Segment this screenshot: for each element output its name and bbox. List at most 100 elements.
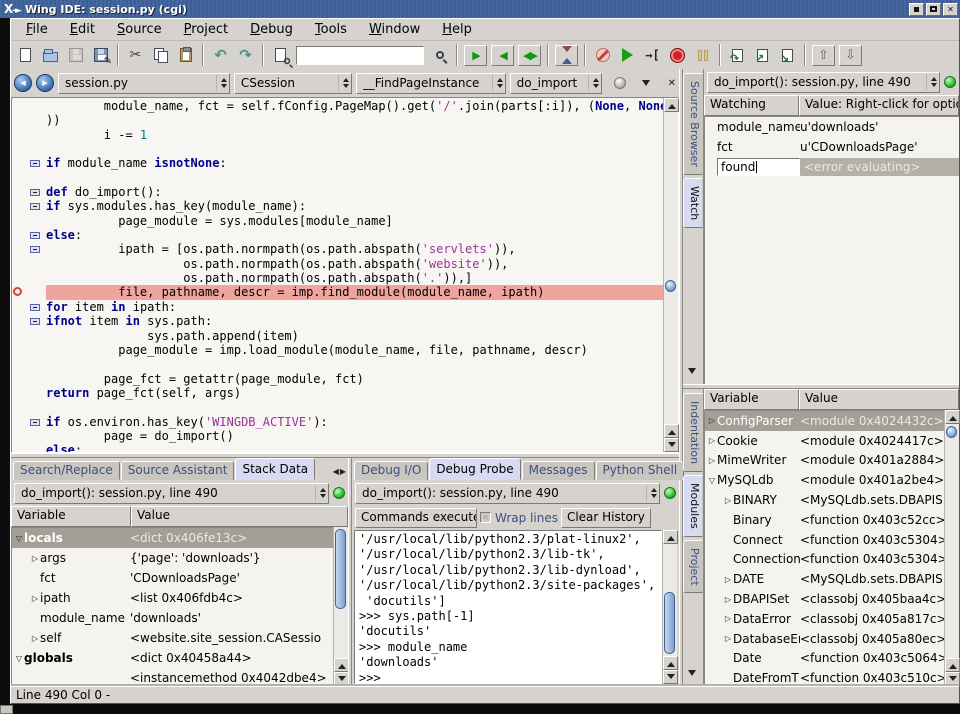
breakpoint-margin[interactable] (12, 415, 27, 429)
goto-back-button[interactable]: ◀ (491, 45, 514, 66)
scroll-up-icon[interactable] (663, 656, 678, 670)
code-line[interactable]: page_module = imp.load_module(module_nam… (12, 343, 663, 357)
variable-row-date[interactable]: ▷DATE<MySQLdb.sets.DBAPIS (705, 569, 944, 589)
goto-forward-button[interactable]: ▶ (464, 45, 487, 66)
scrollbar-thumb[interactable] (335, 529, 346, 609)
column-header-value[interactable]: Value (799, 389, 959, 410)
scrollbar-thumb[interactable] (946, 426, 957, 438)
fold-margin[interactable] (27, 343, 46, 357)
expand-down-icon[interactable]: ▽ (14, 654, 24, 663)
fold-margin[interactable] (27, 142, 46, 156)
menu-project[interactable]: Project (173, 20, 240, 39)
fold-margin[interactable] (27, 386, 46, 400)
code-line[interactable]: if os.environ.has_key('WINGDB_ACTIVE'): (12, 415, 663, 429)
file-combo[interactable]: session.py (58, 73, 230, 94)
code-line[interactable]: if sys.modules.has_key(module_name): (12, 199, 663, 213)
breakpoint-margin[interactable] (12, 128, 27, 142)
scrollbar-thumb[interactable] (665, 280, 676, 292)
menu-help[interactable]: Help (431, 20, 483, 39)
variable-row-ipath[interactable]: ▷ipath<list 0x406fdb4c> (12, 588, 333, 608)
scroll-up-icon[interactable] (945, 658, 960, 672)
search-magnifier-button[interactable] (427, 43, 452, 67)
code-line[interactable] (12, 400, 663, 414)
column-header-value[interactable]: Value: Right-click for options (799, 95, 959, 116)
pause-button[interactable] (690, 43, 715, 67)
code-line[interactable]: else: (12, 228, 663, 242)
variable-row-date[interactable]: Date<function 0x403c5064> (705, 649, 944, 669)
history-forward-button[interactable]: ▶ (36, 74, 54, 92)
cut-button[interactable]: ✂ (123, 43, 148, 67)
step-into-button[interactable]: ↘ (775, 43, 800, 67)
breakpoint-margin[interactable] (12, 142, 27, 156)
breakpoint-margin[interactable] (12, 99, 27, 113)
code-line[interactable]: file, pathname, descr = imp.find_module(… (12, 285, 663, 299)
menu-tools[interactable]: Tools (304, 20, 358, 39)
breakpoint-margin[interactable] (12, 171, 27, 185)
stack-vertical-scrollbar[interactable] (333, 527, 348, 686)
variable-row-datefromt[interactable]: DateFromT<function 0x403c510c> (705, 668, 944, 686)
vertical-tab-modules[interactable]: Modules (683, 475, 703, 537)
breakpoint-margin[interactable] (12, 400, 27, 414)
expand-right-icon[interactable]: ▷ (30, 634, 40, 643)
breakpoint-margin[interactable] (12, 271, 27, 285)
menu-source[interactable]: Source (106, 20, 173, 39)
step-to-cursor-button[interactable]: →[ (640, 43, 665, 67)
code-line[interactable]: sys.path.append(item) (12, 329, 663, 343)
expand-right-icon[interactable]: ▷ (723, 614, 733, 623)
wrap-lines-checkbox[interactable]: ✕ Wrap lines (480, 511, 558, 525)
watch-entry-input[interactable]: found (717, 158, 800, 176)
scroll-down-icon[interactable] (945, 672, 960, 686)
breakpoint-margin[interactable] (12, 357, 27, 371)
code-line[interactable]: return page_fct(self, args) (12, 386, 663, 400)
breakpoint-margin[interactable] (12, 443, 27, 452)
breakpoint-margin[interactable] (12, 199, 27, 213)
save-as-button[interactable]: ✎ (88, 43, 113, 67)
fold-margin[interactable] (27, 329, 46, 343)
move-down-button[interactable]: ⇩ (839, 45, 862, 66)
variable-row-[interactable]: _<instancemethod 0x4042dbe4> (12, 668, 333, 686)
variable-row-module-name[interactable]: module_nameu'downloads' (705, 117, 959, 137)
run-button[interactable] (615, 43, 640, 67)
fold-marker-icon[interactable] (30, 189, 40, 196)
toggle-breakpoint-button[interactable] (590, 43, 615, 67)
variable-row-binary[interactable]: Binary<function 0x403c52cc> (705, 510, 944, 530)
class-combo[interactable]: CSession (234, 73, 352, 94)
code-line[interactable]: i -= 1 (12, 128, 663, 142)
fold-margin[interactable] (27, 113, 46, 127)
editor-menu-arrow-icon[interactable] (642, 80, 650, 90)
menu-file[interactable]: File (15, 20, 59, 39)
breakpoint-margin[interactable] (12, 285, 27, 299)
fold-margin[interactable] (27, 300, 46, 314)
step-out-button[interactable]: ↗ (750, 43, 775, 67)
search-input[interactable] (296, 46, 424, 65)
tab-messages[interactable]: Messages (522, 461, 595, 480)
tab-python-shell[interactable]: Python Shell (596, 461, 685, 480)
variable-row-module-name[interactable]: module_name'downloads' (12, 608, 333, 628)
variable-row-mysqldb[interactable]: ▽MySQLdb<module 0x401a2be4> (705, 470, 944, 490)
scroll-up-icon[interactable] (663, 530, 678, 544)
console-context-combo[interactable]: do_import(): session.py, line 490 (355, 483, 660, 504)
search-in-file-button[interactable] (268, 43, 293, 67)
expand-down-icon[interactable]: ▽ (14, 534, 24, 543)
breakpoint-margin[interactable] (12, 257, 27, 271)
tab-search-replace[interactable]: Search/Replace (13, 461, 120, 480)
scrollbar-trough[interactable] (663, 544, 677, 656)
fold-margin[interactable] (27, 257, 46, 271)
panel-menu-arrow-icon[interactable] (688, 670, 696, 680)
close-button[interactable]: ✕ (943, 3, 958, 16)
expand-right-icon[interactable]: ▷ (723, 595, 733, 604)
expand-right-icon[interactable]: ▷ (723, 575, 733, 584)
code-line[interactable]: page = do_import() (12, 429, 663, 443)
expand-right-icon[interactable]: ▷ (30, 554, 40, 563)
menu-window[interactable]: Window (358, 20, 431, 39)
vertical-tab-source-browser[interactable]: Source Browser (683, 73, 703, 175)
scrollbar-trough[interactable] (945, 424, 959, 658)
fold-margin[interactable] (27, 314, 46, 328)
fold-margin[interactable] (27, 199, 46, 213)
maximize-button[interactable] (926, 3, 941, 16)
variable-row-globals[interactable]: ▽globals<dict 0x40458a44> (12, 648, 333, 668)
code-line[interactable]: page_module = sys.modules[module_name] (12, 214, 663, 228)
menu-debug[interactable]: Debug (239, 20, 304, 39)
expand-right-icon[interactable]: ▷ (707, 416, 717, 425)
editor-vertical-scrollbar[interactable] (663, 98, 678, 452)
